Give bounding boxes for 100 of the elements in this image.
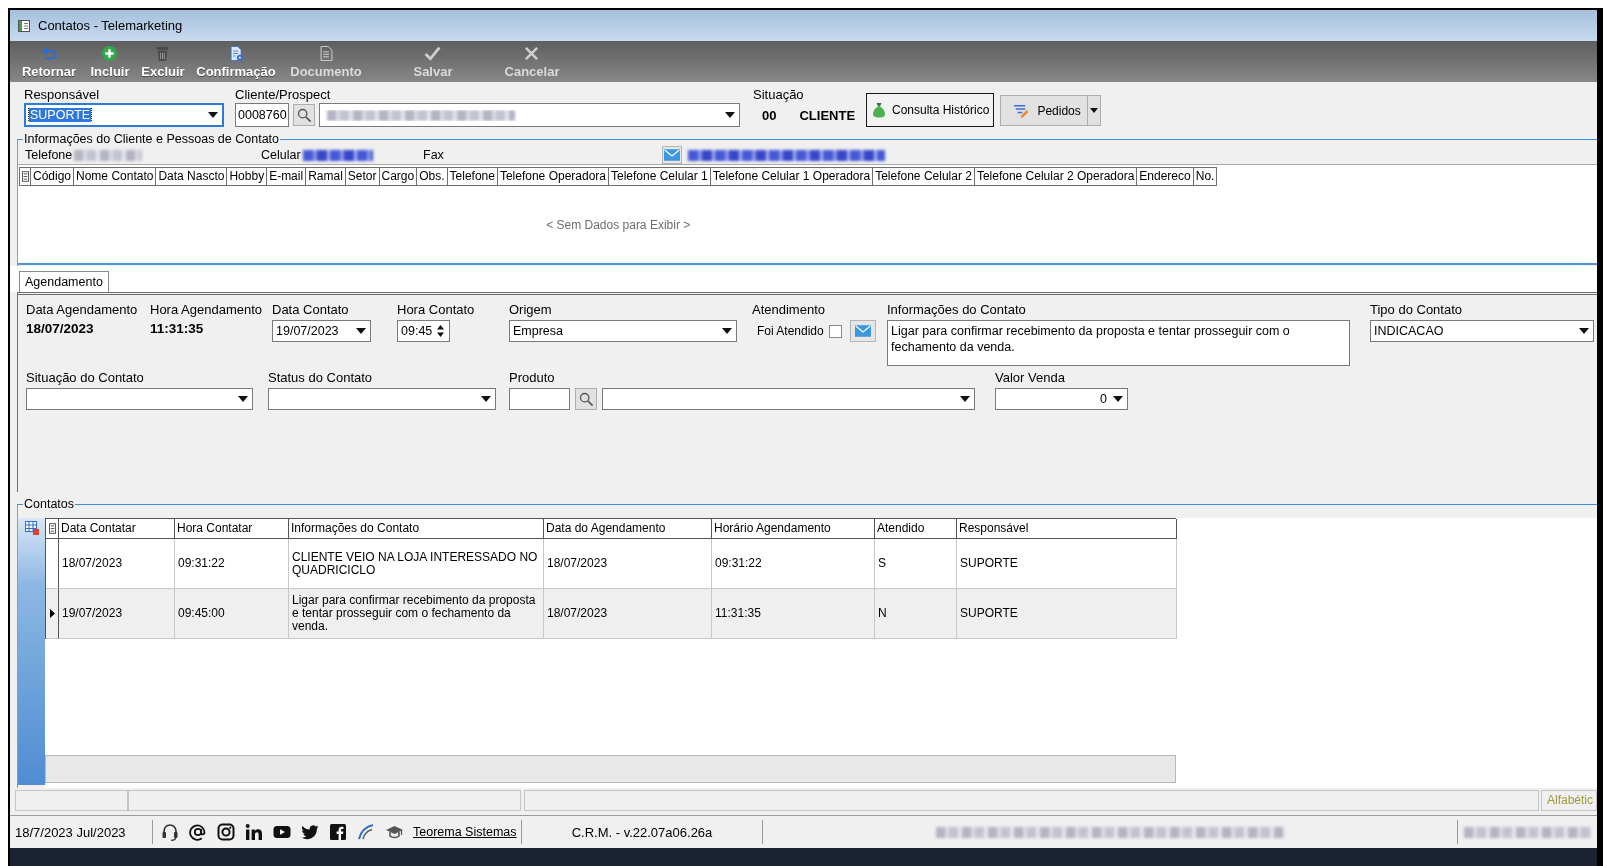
column-header[interactable]: Data Nascto xyxy=(156,167,228,186)
toolbar-button[interactable]: Excluir xyxy=(140,41,186,80)
headset-icon[interactable] xyxy=(161,823,179,841)
field-label: Telefone xyxy=(25,148,73,162)
field-label: Celular xyxy=(261,148,301,162)
column-header[interactable]: Telefone Celular 1 Operadora xyxy=(710,167,874,186)
table-cell: 19/07/2023 xyxy=(59,589,175,639)
column-header[interactable]: Nome Contato xyxy=(74,167,157,186)
column-header[interactable]: Cargo xyxy=(379,167,418,186)
caret-down-icon xyxy=(960,396,970,402)
column-header[interactable]: Ramal xyxy=(306,167,346,186)
column-header[interactable]: Obs. xyxy=(417,167,448,186)
column-header[interactable]: Telefone Operadora xyxy=(497,167,609,186)
toolbar-button[interactable]: Confirmação xyxy=(195,41,277,80)
client-code-field[interactable]: 0008760 xyxy=(235,103,289,127)
search-button[interactable] xyxy=(575,388,597,410)
column-header[interactable]: Horário Agendamento xyxy=(712,519,875,539)
toolbar-button[interactable]: Incluir xyxy=(89,41,131,80)
column-header[interactable]: Hobby xyxy=(227,167,268,186)
youtube-icon[interactable] xyxy=(273,823,291,841)
date-picker[interactable]: 19/07/2023 xyxy=(272,320,371,342)
field-label: Fax xyxy=(423,148,444,162)
list-pencil-icon xyxy=(1013,102,1030,119)
column-header[interactable]: Atendido xyxy=(875,519,957,539)
table-cell: S xyxy=(875,539,957,589)
column-header[interactable]: Telefone xyxy=(447,167,498,186)
blurred-text xyxy=(74,149,143,161)
caret-down-icon xyxy=(1113,396,1123,402)
table-cell: SUPORTE xyxy=(957,539,1177,589)
column-header[interactable]: Endereco xyxy=(1137,167,1194,186)
undo-arrow-icon xyxy=(40,46,58,61)
caret-down-icon xyxy=(1090,108,1099,113)
column-header[interactable]: Telefone Celular 2 Operadora xyxy=(974,167,1138,186)
graduation-cap-icon[interactable] xyxy=(385,823,403,841)
tab[interactable]: Agendamento xyxy=(19,271,109,292)
date-text: 18/7/2023 Jul/2023 xyxy=(15,824,126,840)
website-link[interactable]: Teorema Sistemas xyxy=(413,825,517,839)
product-dropdown[interactable] xyxy=(602,388,975,410)
time-spinner[interactable]: 09:45 xyxy=(397,320,450,342)
responsible-dropdown[interactable]: SUPORTE xyxy=(24,103,224,127)
facebook-icon[interactable] xyxy=(329,823,347,841)
table-cell: 11:31:35 xyxy=(712,589,875,639)
row-pointer-icon xyxy=(49,609,55,618)
table-cell: 18/07/2023 xyxy=(59,539,175,589)
column-header[interactable]: Setor xyxy=(345,167,380,186)
at-sign-icon[interactable] xyxy=(189,823,207,841)
column-header[interactable]: Código xyxy=(31,167,75,186)
column-header[interactable]: Data do Agendamento xyxy=(544,519,712,539)
status-code: 00 xyxy=(762,107,777,123)
row-selector-cell[interactable] xyxy=(46,539,59,589)
column-header[interactable]: Data Contatar xyxy=(59,519,175,539)
status-dropdown[interactable] xyxy=(268,388,496,410)
status-panel: Alfabétic xyxy=(1541,790,1597,811)
table-cell: 09:31:22 xyxy=(712,539,875,589)
row-selector-cell[interactable] xyxy=(46,589,59,639)
linkedin-icon[interactable] xyxy=(245,823,263,841)
search-button[interactable] xyxy=(293,104,315,126)
sale-value-dropdown[interactable]: 0 xyxy=(995,388,1128,410)
field-label: Data Contato xyxy=(272,302,349,317)
search-icon xyxy=(579,392,593,406)
table-cell: CLIENTE VEIO NA LOJA INTERESSADO NO QUADRICICLO xyxy=(289,539,544,589)
toolbar-button[interactable]: Retornar xyxy=(20,41,78,80)
origin-dropdown[interactable]: Empresa xyxy=(509,320,737,342)
swoosh-icon[interactable] xyxy=(357,823,375,841)
checkbox[interactable] xyxy=(828,324,842,338)
field-label: Produto xyxy=(509,370,555,385)
window-title: Contatos - Telemarketing xyxy=(38,18,183,33)
field-label: Atendimento xyxy=(752,302,825,317)
field-label: Informações do Contato xyxy=(887,302,1026,317)
situation-dropdown[interactable] xyxy=(26,388,253,410)
column-header[interactable]: No. xyxy=(1193,167,1218,186)
plus-circle-icon xyxy=(101,46,119,61)
field-label: Hora Agendamento xyxy=(150,302,263,317)
twitter-icon[interactable] xyxy=(301,823,319,841)
column-header[interactable]: Responsável xyxy=(957,519,1177,539)
column-header[interactable]: Informações do Contato xyxy=(289,519,544,539)
product-code-field[interactable] xyxy=(509,388,570,410)
dropdown-arrow-button[interactable] xyxy=(1088,95,1102,126)
envelope-icon xyxy=(854,325,871,337)
field-label: Valor Venda xyxy=(995,370,1065,385)
table-cell: Ligar para confirmar recebimento da proposta e tentar prosseguir com o fechamento da venda. xyxy=(289,589,544,639)
field-label: Cliente/Prospect xyxy=(235,87,331,102)
column-header[interactable]: Telefone Celular 2 xyxy=(873,167,975,186)
email-button[interactable] xyxy=(662,146,682,164)
contact-info-textarea[interactable]: Ligar para confirmar recebimento da proposta e tentar prosseguir com o fechamento da venda. xyxy=(887,320,1350,366)
orders-button[interactable]: Pedidos xyxy=(1000,95,1089,126)
field-label: Origem xyxy=(509,302,552,317)
version-text: C.R.M. - v.22.07a06.26a xyxy=(571,824,713,840)
email-button[interactable] xyxy=(849,320,876,342)
instagram-icon[interactable] xyxy=(217,823,235,841)
history-button[interactable]: Consulta Histórico xyxy=(866,93,995,127)
column-header[interactable]: Hora Contatar xyxy=(175,519,289,539)
checkbox-label: Foi Atendido xyxy=(757,324,824,338)
contact-type-dropdown[interactable]: INDICACAO xyxy=(1370,320,1594,342)
client-name-dropdown[interactable] xyxy=(319,103,740,127)
caret-down-icon xyxy=(238,396,248,402)
time-value: 11:31:35 xyxy=(150,320,204,338)
column-header[interactable]: Telefone Celular 1 xyxy=(609,167,711,186)
column-header[interactable]: E-mail xyxy=(267,167,307,186)
caret-down-icon xyxy=(481,396,491,402)
